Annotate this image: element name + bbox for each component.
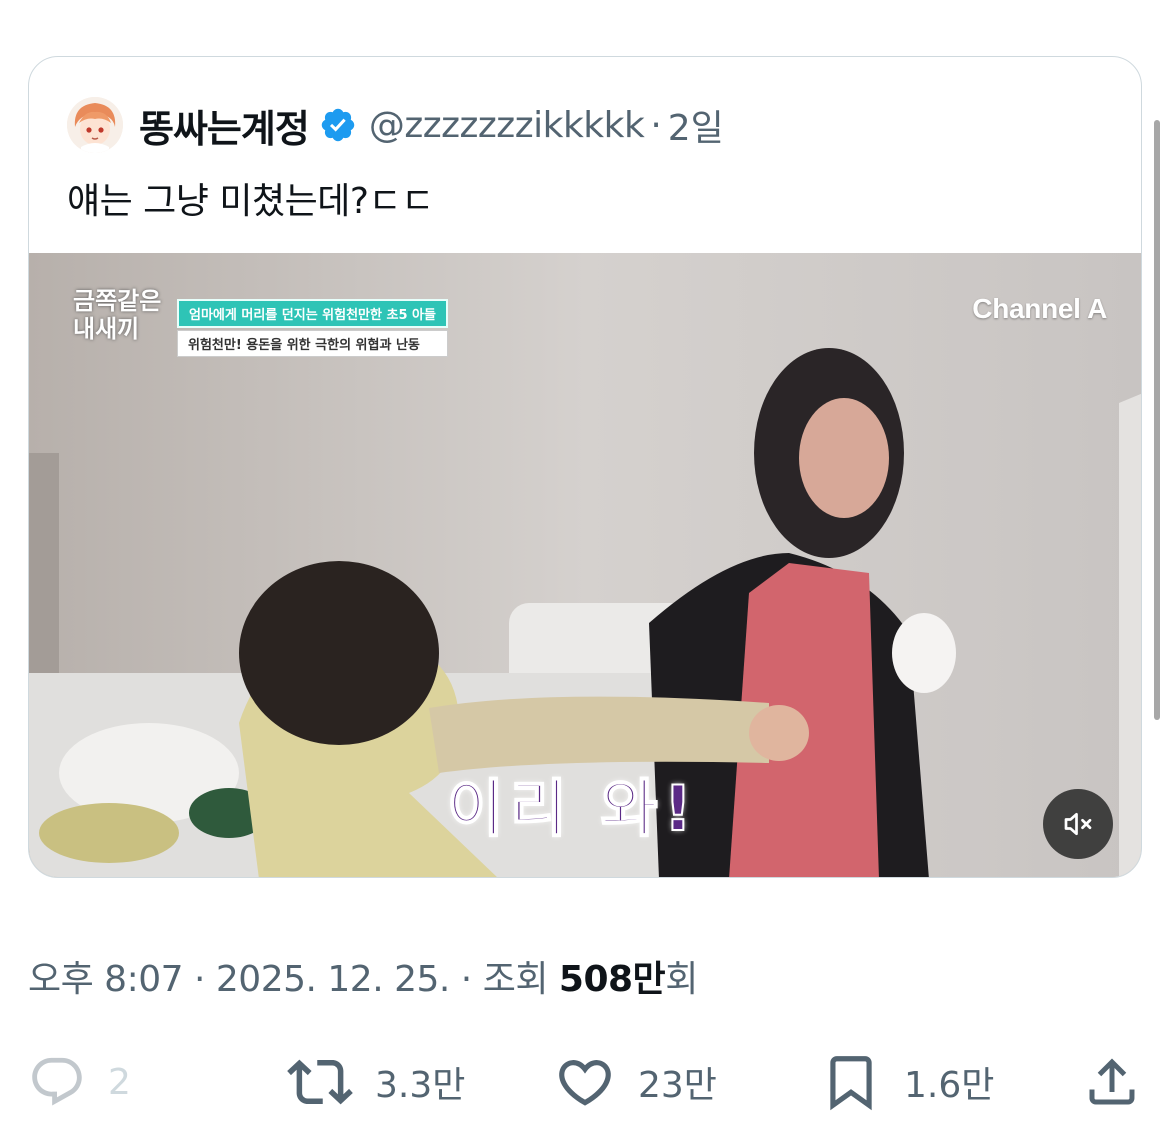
video-player[interactable]: 금쪽같은 내새끼 엄마에게 머리를 던지는 위험천만한 초5 아들 위험천만! … — [29, 253, 1141, 877]
display-name[interactable]: 똥싸는계정 — [139, 98, 310, 153]
action-bar: 2 3.3만 23만 1.6만 — [0, 1050, 1170, 1120]
quoted-tweet-card[interactable]: 똥싸는계정 @zzzzzzzikkkkk · 2일 얘는 그냥 미쳤는데?ㄷㄷ — [28, 56, 1142, 878]
broadcaster-logo: Channel A — [972, 293, 1107, 324]
avatar[interactable] — [67, 97, 123, 153]
retweet-icon — [287, 1059, 353, 1105]
heart-icon — [559, 1060, 611, 1106]
separator-dot: · — [193, 959, 205, 1000]
bookmark-count: 1.6만 — [904, 1065, 995, 1106]
separator-dot: · — [460, 959, 472, 1000]
reply-button[interactable]: 2 — [28, 1050, 131, 1114]
quoted-tweet-text: 얘는 그냥 미쳤는데?ㄷㄷ — [67, 181, 434, 222]
tweet-meta: 오후 8:07 · 2025. 12. 25. · 조회 508만회 — [28, 950, 698, 1002]
like-count: 23만 — [638, 1065, 717, 1106]
reply-icon — [32, 1057, 82, 1106]
broadcast-caption: 엄마에게 머리를 던지는 위험천만한 초5 아들 위험천만! 용돈을 위한 극한… — [177, 299, 448, 357]
share-icon — [1089, 1058, 1135, 1105]
show-logo-line2: 내새끼 — [73, 315, 140, 343]
post-time[interactable]: 오후 8:07 — [28, 959, 184, 1000]
retweet-button[interactable]: 3.3만 — [287, 1050, 465, 1114]
reply-count: 2 — [108, 1061, 131, 1103]
retweet-count: 3.3만 — [375, 1065, 466, 1106]
user-handle[interactable]: @zzzzzzzikkkkk — [369, 105, 645, 146]
speaker-muted-icon — [1064, 812, 1092, 836]
caption-line-1: 엄마에게 머리를 던지는 위험천만한 초5 아들 — [177, 299, 448, 328]
post-date[interactable]: 2025. 12. 25. — [216, 959, 450, 1000]
like-button[interactable]: 23만 — [554, 1050, 717, 1114]
show-logo-line1: 금쪽같은 — [73, 287, 162, 315]
bookmark-button[interactable]: 1.6만 — [820, 1050, 994, 1114]
tweet-time[interactable]: 2일 — [668, 99, 724, 151]
show-logo: 금쪽같은 내새끼 — [73, 287, 161, 343]
views-label: 조회 — [482, 959, 549, 1000]
share-button[interactable] — [1082, 1050, 1142, 1114]
quoted-tweet-header: 똥싸는계정 @zzzzzzzikkkkk · 2일 — [67, 97, 724, 153]
views-value: 508만 — [558, 959, 666, 1000]
separator-dot: · — [650, 104, 662, 146]
mute-button[interactable] — [1043, 789, 1113, 859]
scrollbar[interactable] — [1154, 120, 1160, 720]
views-suffix: 회 — [665, 959, 698, 1000]
verified-badge-icon — [321, 108, 355, 142]
caption-line-2: 위험천만! 용돈을 위한 극한의 위협과 난동 — [177, 330, 448, 357]
video-subtitle: 이리 와! — [446, 771, 698, 846]
bookmark-icon — [830, 1056, 872, 1111]
